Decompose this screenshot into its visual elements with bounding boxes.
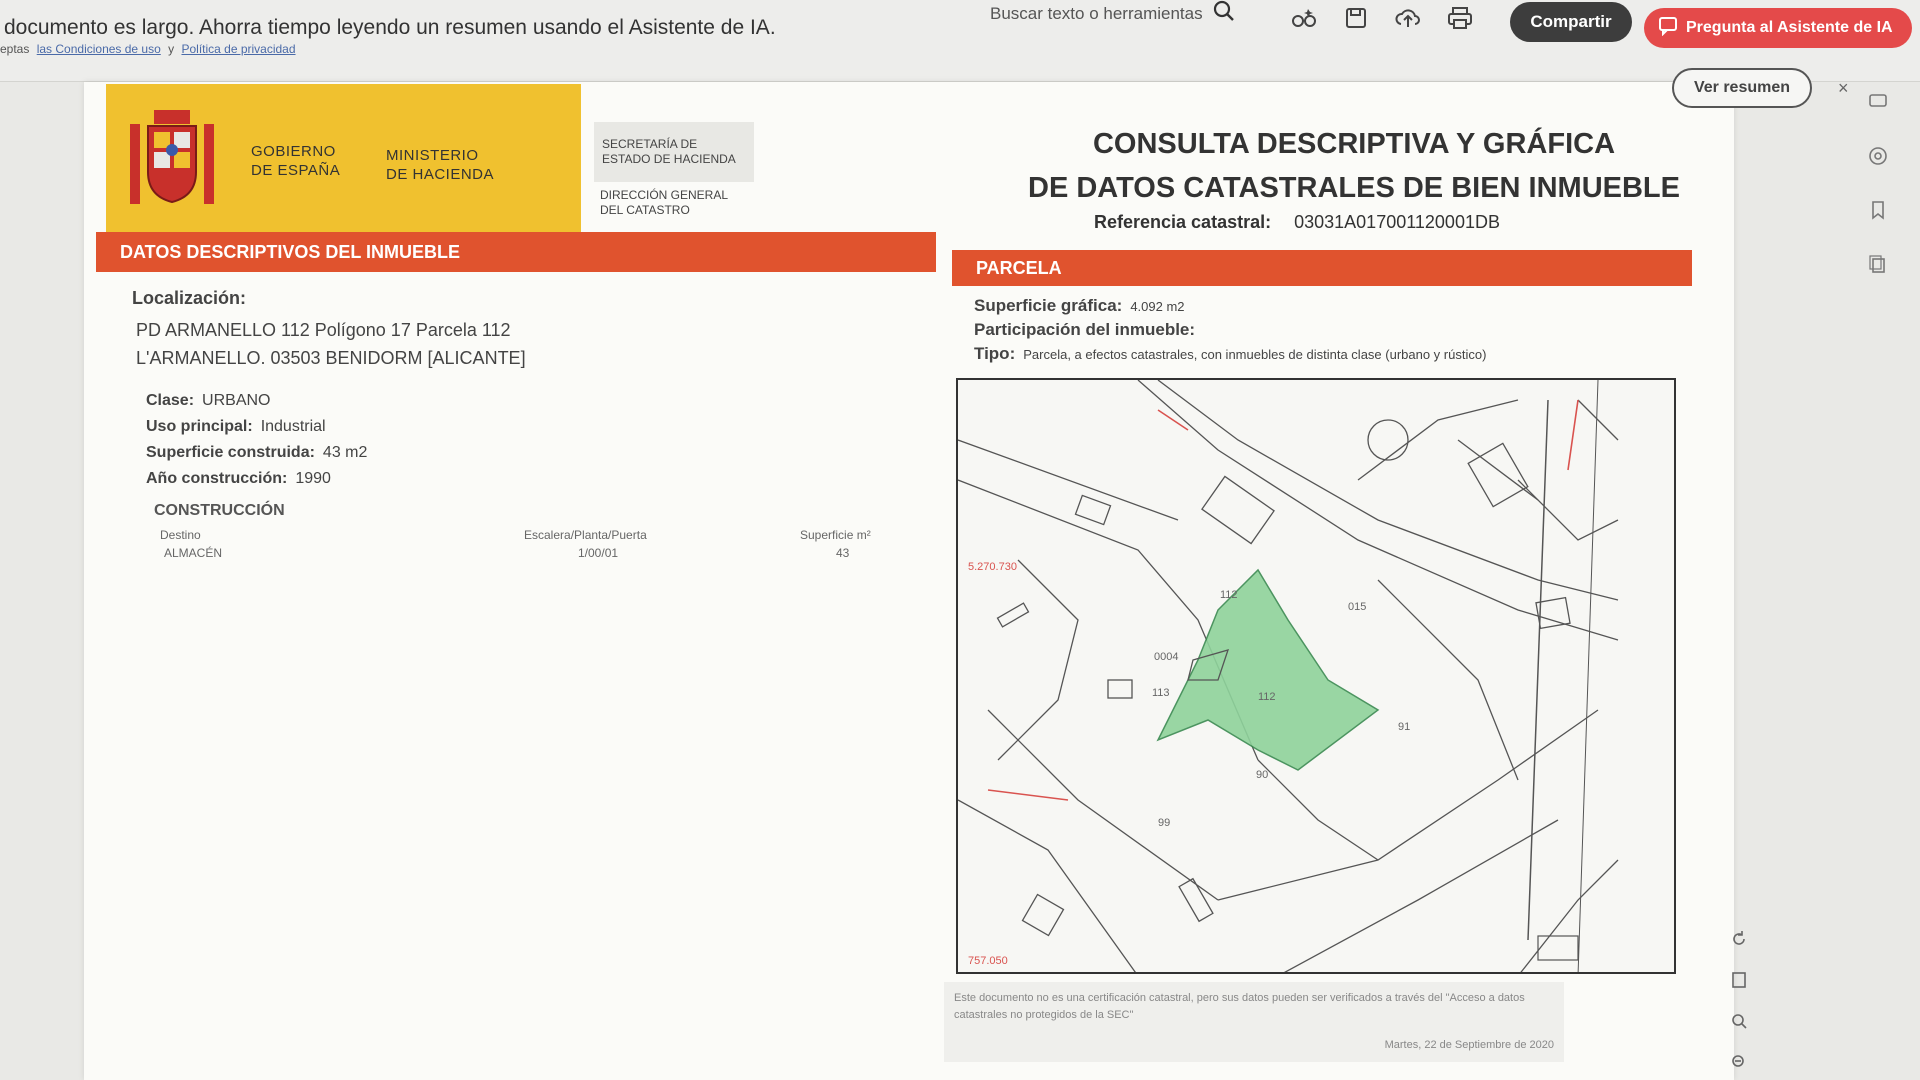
rotate-icon[interactable] [1730,930,1748,953]
participacion-row: Participación del inmueble: [974,320,1203,340]
toolbar-icons [1290,4,1474,32]
government-name: GOBIERNO DE ESPAÑA [251,142,340,180]
map-label-112a: 112 [1220,589,1238,601]
table-row-destino: ALMACÉN [164,546,223,560]
share-button[interactable]: Compartir [1510,2,1632,42]
ref-value: 03031A017001120001DB [1294,212,1500,232]
ministry-line2: DE HACIENDA [386,166,495,183]
table-header-destino: Destino [160,528,201,542]
location-line1: PD ARMANELLO 112 Polígono 17 Parcela 112 [136,320,511,340]
map-label-113: 113 [1152,687,1170,699]
save-icon[interactable] [1342,4,1370,32]
title-line1: CONSULTA DESCRIPTIVA Y GRÁFICA [1092,128,1616,160]
terms-link[interactable]: las Condiciones de uso [37,42,161,56]
uso-value: Industrial [260,418,326,435]
ai-tools-icon[interactable] [1290,4,1318,32]
cloud-upload-icon[interactable] [1394,4,1422,32]
anio-value: 1990 [295,470,331,487]
ask-ai-label: Pregunta al Asistente de IA [1686,19,1893,36]
anio-row: Año construcción: 1990 [146,470,331,488]
clase-value: URBANO [202,392,271,409]
table-row-escalera: 1/00/01 [578,546,619,560]
cadastral-map[interactable]: 112 112 015 0004 113 99 91 90 5.270.730 … [956,378,1676,974]
document-title: CONSULTA DESCRIPTIVA Y GRÁFICA DE DATOS … [984,122,1724,210]
ref-label: Referencia catastral: [1094,212,1272,232]
zoom-out-icon[interactable] [1730,1053,1748,1076]
privacy-link[interactable]: Política de privacidad [181,42,295,56]
superficie-value: 43 m2 [322,444,368,461]
gov-line2: DE ESPAÑA [251,162,341,179]
gov-line1: GOBIERNO [251,143,336,160]
uso-label: Uso principal: [146,418,253,435]
title-line2: DE DATOS CATASTRALES DE BIEN INMUEBLE [1028,172,1680,204]
ministry-line1: MINISTERIO [386,147,479,164]
zoom-in-icon[interactable] [1730,1012,1748,1035]
map-label-015: 015 [1348,601,1366,613]
clase-row: Clase: URBANO [146,392,270,410]
page-fit-icon[interactable] [1730,971,1748,994]
secretaria-label: SECRETARÍA DE ESTADO DE HACIENDA [594,122,754,182]
ai-summary-banner: documento es largo. Ahorra tiempo leyend… [4,16,776,39]
parcela-section-header: PARCELA [952,250,1692,286]
superficie-grafica-row: Superficie gráfica: 4.092 m2 [974,296,1185,316]
print-icon[interactable] [1446,4,1474,32]
search-icon[interactable] [1213,0,1235,27]
disclaimer-text: Este documento no es una certificación c… [954,992,1525,1021]
ministry-name: MINISTERIO DE HACIENDA [386,146,494,184]
page-tools [1730,930,1748,1076]
ai-links-and: y [168,42,175,56]
bookmark-icon[interactable] [1866,198,1890,222]
superficie-row: Superficie construida: 43 m2 [146,444,367,462]
view-summary-button[interactable]: Ver resumen [1672,68,1812,108]
map-label-112b: 112 [1258,691,1276,703]
map-label-99: 99 [1158,817,1170,829]
government-logo: GOBIERNO DE ESPAÑA MINISTERIO DE HACIEND… [106,84,581,232]
copy-icon[interactable] [1866,252,1890,276]
app-toolbar: documento es largo. Ahorra tiempo leyend… [0,0,1920,82]
spain-coat-of-arms-icon [130,110,214,204]
sup-grafica-label: Superficie gráfica: [974,296,1123,315]
ask-ai-assistant-button[interactable]: Pregunta al Asistente de IA [1644,8,1912,48]
clase-label: Clase: [146,392,195,409]
tipo-value: Parcela, a efectos catastrales, con inmu… [1023,347,1487,362]
search-placeholder: Buscar texto o herramientas [990,3,1203,23]
location-label: Localización: [132,288,247,308]
map-coord-x: 757.050 [968,955,1008,967]
descriptive-section-header: DATOS DESCRIPTIVOS DEL INMUEBLE [96,232,936,272]
participacion-label: Participación del inmueble: [974,320,1196,339]
table-header-escalera: Escalera/Planta/Puerta [524,528,647,542]
cadastral-reference: Referencia catastral: 03031A017001120001… [1094,212,1500,233]
superficie-label: Superficie construida: [146,444,315,461]
construccion-title: CONSTRUCCIÓN [154,502,285,519]
document-page: GOBIERNO DE ESPAÑA MINISTERIO DE HACIEND… [84,82,1734,1080]
table-header-superficie: Superficie m² [800,528,871,542]
tool-search[interactable]: Buscar texto o herramientas [990,0,1235,27]
close-summary-icon[interactable]: × [1838,78,1849,99]
uso-row: Uso principal: Industrial [146,418,326,436]
direccion-label: DIRECCIÓN GENERAL DEL CATASTRO [600,188,728,217]
disclaimer-box: Este documento no es una certificación c… [944,982,1564,1062]
right-sidebar-icons [1866,90,1890,276]
comment-icon[interactable] [1866,90,1890,114]
at-sign-icon[interactable] [1866,144,1890,168]
sup-grafica-value: 4.092 m2 [1130,299,1185,314]
ai-links-prefix: eptas [0,42,30,56]
location-line2: L'ARMANELLO. 03503 BENIDORM [ALICANTE] [136,348,526,368]
tipo-row: Tipo: Parcela, a efectos catastrales, con… [974,344,1486,364]
document-date: Martes, 22 de Septiembre de 2020 [1384,1039,1554,1051]
map-coord-y: 5.270.730 [968,561,1017,573]
map-label-0004: 0004 [1154,651,1178,663]
anio-label: Año construcción: [146,470,288,487]
ai-legal-links: eptas las Condiciones de uso y Política … [0,42,300,56]
ai-chat-icon [1658,16,1678,41]
map-label-90: 90 [1256,769,1268,781]
table-row-superficie: 43 [836,546,850,560]
tipo-label: Tipo: [974,344,1016,363]
map-label-91: 91 [1398,721,1410,733]
cadastral-map-drawing: 112 112 015 0004 113 99 91 90 5.270.730 … [958,380,1619,972]
